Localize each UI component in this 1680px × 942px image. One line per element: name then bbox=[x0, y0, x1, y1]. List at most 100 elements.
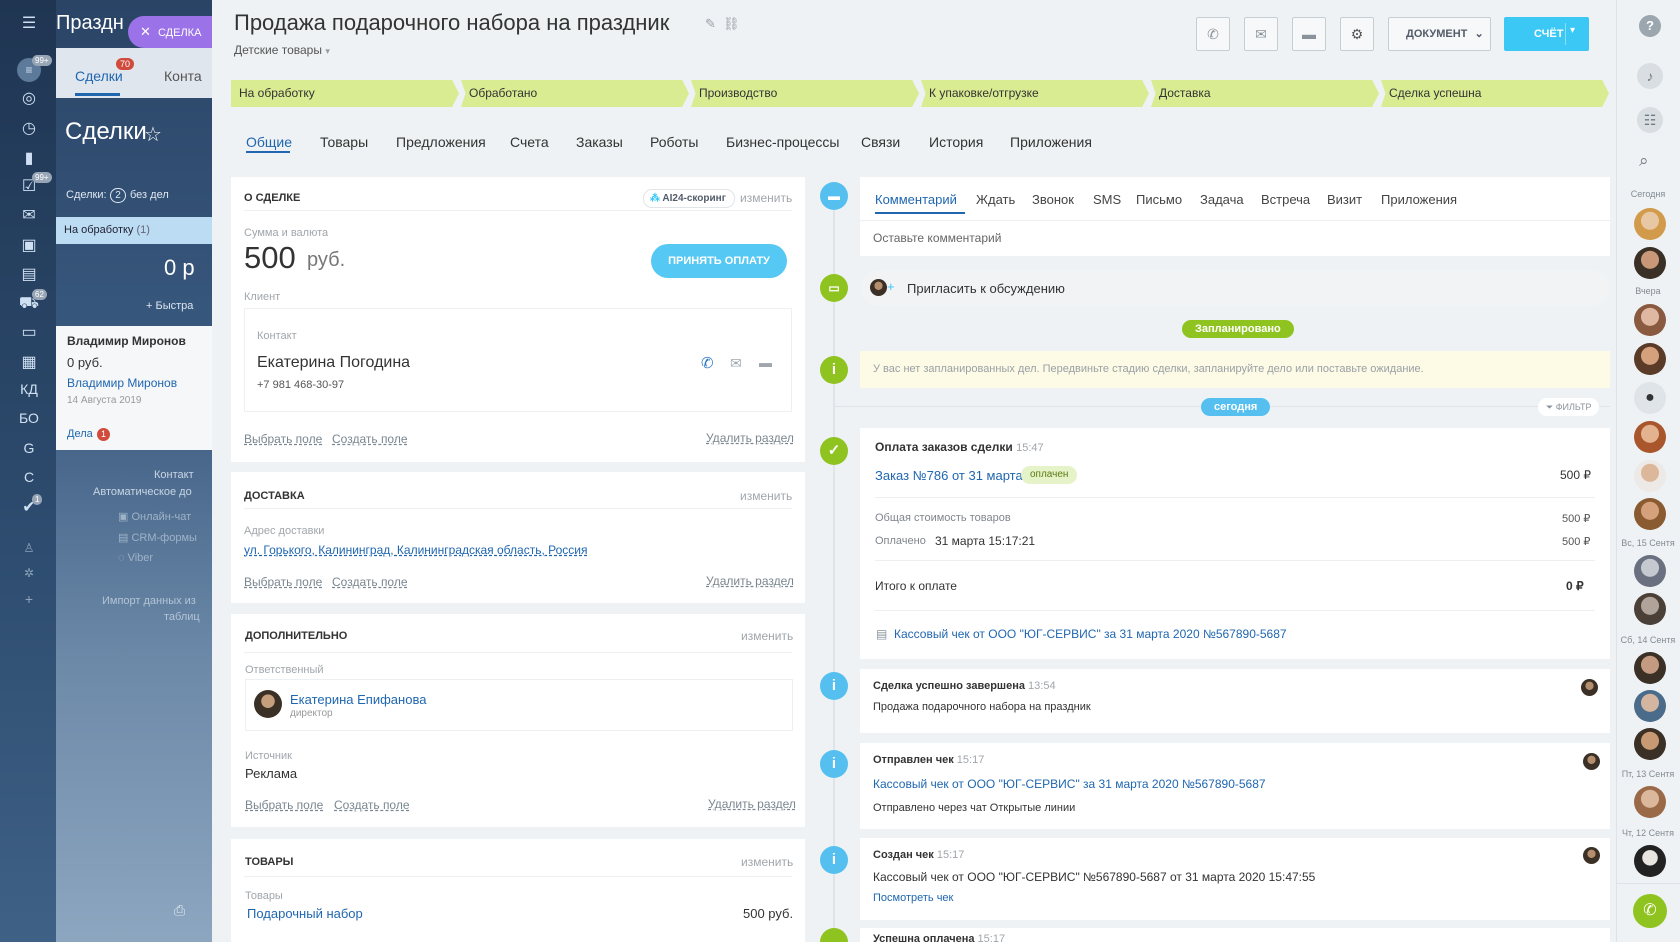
stage-production[interactable]: Производство bbox=[691, 80, 919, 107]
sent-receipt-link[interactable]: Кассовый чек от ООО "ЮГ-СЕРВИС" за 31 ма… bbox=[873, 777, 1266, 791]
add-participant-icon[interactable]: + bbox=[887, 279, 895, 294]
stack-icon[interactable]: ▤ bbox=[16, 264, 42, 286]
author-avatar[interactable] bbox=[1583, 847, 1600, 864]
search-icon[interactable]: ⌕ bbox=[1639, 151, 1649, 171]
nav-item-g[interactable]: G bbox=[10, 440, 48, 456]
goods-change-link[interactable]: изменить bbox=[741, 855, 793, 869]
document-button[interactable]: ДОКУМЕНТ ⌄ bbox=[1388, 17, 1491, 51]
deal-category[interactable]: Детские товары ▾ bbox=[234, 43, 330, 57]
accept-payment-button[interactable]: ПРИНЯТЬ ОПЛАТУ bbox=[651, 244, 787, 278]
tab-products[interactable]: Товары bbox=[320, 134, 368, 150]
delivery-select-field[interactable]: Выбрать поле bbox=[244, 575, 322, 589]
person-icon[interactable]: ♙ bbox=[16, 537, 42, 559]
chat-list-icon[interactable]: ☷ bbox=[1637, 107, 1663, 133]
chart-icon[interactable]: ▮ bbox=[16, 148, 42, 170]
invoice-dropdown-icon[interactable]: ▾ bbox=[1570, 25, 1575, 36]
contact-chat-icon[interactable]: ▬ bbox=[759, 355, 772, 370]
receipt-link[interactable]: Кассовый чек от ООО "ЮГ-СЕРВИС" за 31 ма… bbox=[894, 627, 1287, 641]
mail-icon[interactable]: ✉ bbox=[16, 205, 42, 227]
call-phone-icon[interactable]: ✆ bbox=[1633, 894, 1667, 928]
target-icon[interactable]: ◎ bbox=[16, 88, 42, 110]
stage-processed[interactable]: Обработано bbox=[461, 80, 689, 107]
contact-name[interactable]: Екатерина Погодина bbox=[257, 354, 410, 372]
ttab-wait[interactable]: Ждать bbox=[976, 192, 1015, 207]
about-select-field[interactable]: Выбрать поле bbox=[244, 432, 322, 446]
ttab-comment[interactable]: Комментарий bbox=[875, 192, 957, 207]
window-icon[interactable]: ▭ bbox=[16, 322, 42, 344]
ttab-apps[interactable]: Приложения bbox=[1381, 192, 1457, 207]
goods-item[interactable]: Подарочный набор bbox=[247, 906, 363, 921]
star-icon[interactable]: ☆ bbox=[144, 122, 162, 147]
additional-delete-section[interactable]: Удалить раздел bbox=[708, 797, 796, 811]
plus-icon[interactable]: + bbox=[16, 588, 42, 610]
responsible-avatar[interactable] bbox=[254, 690, 282, 718]
author-avatar[interactable] bbox=[1583, 753, 1600, 770]
contact-avatar[interactable] bbox=[1634, 247, 1666, 279]
delivery-delete-section[interactable]: Удалить раздел bbox=[706, 574, 794, 588]
bg-tab-contacts[interactable]: Конта bbox=[164, 68, 202, 84]
close-deal-tab[interactable]: ✕ СДЕЛКА bbox=[128, 16, 212, 48]
ttab-sms[interactable]: SMS bbox=[1093, 192, 1121, 207]
print-icon[interactable]: ⎙ bbox=[174, 902, 185, 919]
contact-avatar[interactable] bbox=[1634, 304, 1666, 336]
contact-avatar[interactable] bbox=[1634, 652, 1666, 684]
apps-icon[interactable]: ▦ bbox=[16, 352, 42, 374]
view-receipt-link[interactable]: Посмотреть чек bbox=[873, 892, 953, 904]
bg-deal-contact[interactable]: Владимир Миронов bbox=[67, 376, 177, 390]
menu-icon[interactable]: ☰ bbox=[16, 13, 42, 35]
contact-avatar[interactable] bbox=[1634, 786, 1666, 818]
contact-avatar[interactable] bbox=[1634, 343, 1666, 375]
contact-avatar[interactable] bbox=[1634, 555, 1666, 587]
tab-history[interactable]: История bbox=[929, 134, 983, 150]
author-avatar[interactable] bbox=[1581, 679, 1598, 696]
help-icon[interactable]: ? bbox=[1639, 15, 1661, 37]
edit-title-icon[interactable]: ✎ bbox=[705, 16, 716, 32]
chat-button[interactable]: ▬ bbox=[1292, 17, 1326, 51]
tab-orders[interactable]: Заказы bbox=[576, 134, 623, 150]
tab-robots[interactable]: Роботы bbox=[650, 134, 698, 150]
tab-offers[interactable]: Предложения bbox=[396, 134, 486, 150]
bg-deal-tasks[interactable]: Дела bbox=[67, 428, 93, 440]
contact-avatar[interactable] bbox=[1634, 208, 1666, 240]
ttab-task[interactable]: Задача bbox=[1200, 192, 1244, 207]
tab-links[interactable]: Связи bbox=[861, 134, 900, 150]
bell-icon[interactable]: ♪ bbox=[1637, 63, 1663, 89]
stage-delivery[interactable]: Доставка bbox=[1151, 80, 1379, 107]
contact-phone-icon[interactable]: ✆ bbox=[701, 354, 714, 372]
ttab-meeting[interactable]: Встреча bbox=[1261, 192, 1310, 207]
stage-new[interactable]: На обработку bbox=[231, 80, 459, 107]
bot-avatar[interactable]: ● bbox=[1634, 382, 1666, 414]
gear-icon[interactable]: ✲ bbox=[16, 562, 42, 584]
nav-item-bo[interactable]: БО bbox=[10, 410, 48, 426]
tab-applications[interactable]: Приложения bbox=[1010, 134, 1092, 150]
tab-general[interactable]: Общие bbox=[246, 134, 292, 150]
bg-quick-add[interactable]: + Быстра bbox=[146, 300, 193, 312]
contact-email-icon[interactable]: ✉ bbox=[730, 355, 742, 372]
ai-scoring-button[interactable]: ⁂ AI24-скоринг bbox=[643, 189, 735, 208]
delivery-address[interactable]: ул. Горького, Калининград, Калининградск… bbox=[244, 543, 587, 557]
invoice-button[interactable]: СЧЁТ bbox=[1504, 17, 1589, 51]
about-create-field[interactable]: Создать поле bbox=[332, 432, 408, 446]
additional-select-field[interactable]: Выбрать поле bbox=[245, 798, 323, 812]
delivery-create-field[interactable]: Создать поле bbox=[332, 575, 408, 589]
contact-avatar[interactable] bbox=[1634, 421, 1666, 453]
contact-avatar[interactable] bbox=[1634, 460, 1666, 492]
stage-packing[interactable]: К упаковке/отгрузке bbox=[921, 80, 1149, 107]
additional-create-field[interactable]: Создать поле bbox=[334, 798, 410, 812]
additional-change-link[interactable]: изменить bbox=[741, 629, 793, 643]
contact-avatar[interactable] bbox=[1634, 498, 1666, 530]
settings-button[interactable]: ⚙ bbox=[1340, 17, 1374, 51]
robot-icon[interactable]: ▣ bbox=[16, 235, 42, 257]
ttab-call[interactable]: Звонок bbox=[1032, 192, 1074, 207]
responsible-name[interactable]: Екатерина Епифанова bbox=[290, 692, 426, 707]
about-change-link[interactable]: изменить bbox=[740, 191, 792, 205]
nav-item-c[interactable]: C bbox=[10, 469, 48, 485]
nav-item-kd[interactable]: КД bbox=[10, 381, 48, 397]
call-button[interactable]: ✆ bbox=[1196, 17, 1230, 51]
delivery-change-link[interactable]: изменить bbox=[740, 489, 792, 503]
bg-deal-name[interactable]: Владимир Миронов bbox=[67, 334, 186, 348]
contact-avatar[interactable] bbox=[1634, 728, 1666, 760]
order-link[interactable]: Заказ №786 от 31 марта bbox=[875, 468, 1023, 483]
filter-button[interactable]: ⏷ ФИЛЬТР bbox=[1538, 398, 1600, 416]
about-delete-section[interactable]: Удалить раздел bbox=[706, 431, 794, 445]
